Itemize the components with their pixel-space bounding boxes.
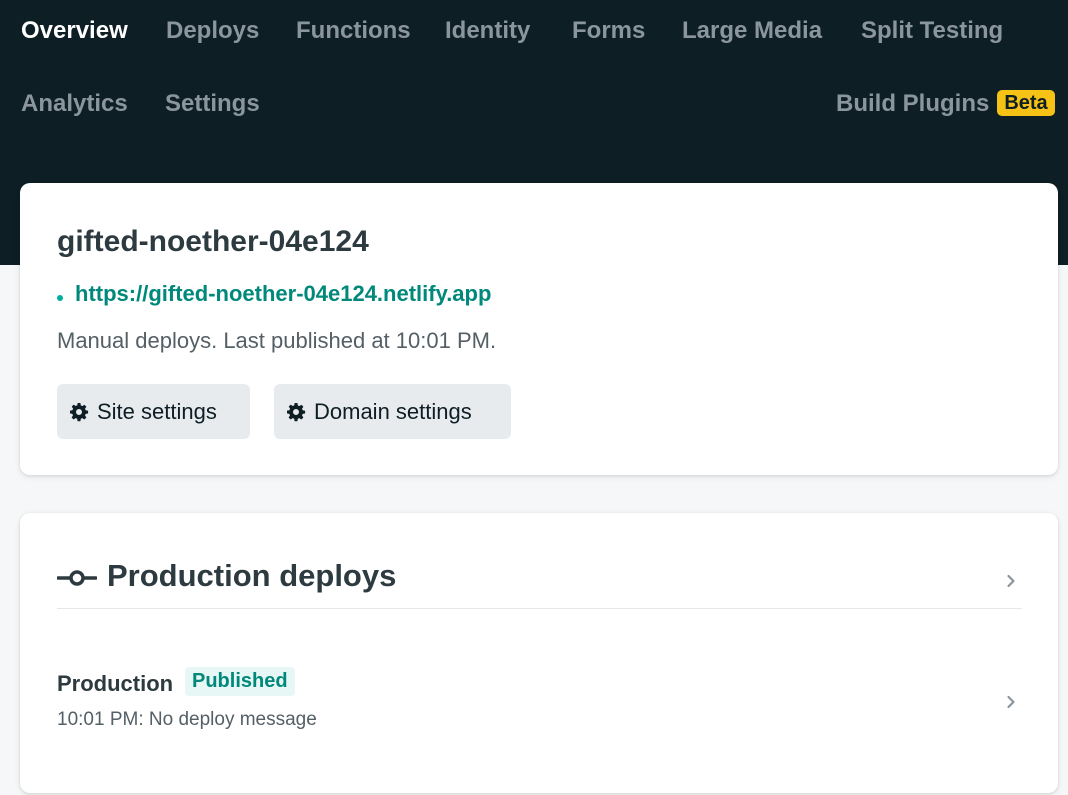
site-url-link[interactable]: https://gifted-noether-04e124.netlify.ap… (75, 281, 491, 307)
published-badge: Published (185, 667, 295, 696)
tab-analytics[interactable]: Analytics (21, 90, 128, 118)
tab-build-plugins[interactable]: Build Plugins Beta (836, 90, 1055, 118)
domain-settings-label: Domain settings (314, 398, 472, 424)
production-deploy-row[interactable]: Production Published 10:01 PM: No deploy… (57, 663, 1022, 743)
site-name: gifted-noether-04e124 (57, 225, 369, 258)
site-overview-card: gifted-noether-04e124 https://gifted-noe… (20, 183, 1058, 475)
chevron-right-icon (1007, 574, 1015, 588)
site-settings-button[interactable]: Site settings (57, 384, 250, 439)
build-plugins-label: Build Plugins (836, 90, 990, 117)
beta-badge: Beta (997, 90, 1055, 116)
gear-icon (286, 402, 306, 422)
tab-overview[interactable]: Overview (21, 17, 128, 45)
deploy-context-label: Production (57, 671, 174, 696)
chevron-right-icon (1007, 695, 1015, 709)
tab-large-media[interactable]: Large Media (682, 17, 822, 45)
tab-deploys[interactable]: Deploys (166, 17, 259, 45)
site-settings-label: Site settings (97, 398, 217, 424)
site-deploy-description: Manual deploys. Last published at 10:01 … (57, 328, 497, 353)
production-deploys-card: Production deploys Production Published … (20, 513, 1058, 793)
site-nav: Overview Deploys Functions Identity Form… (0, 0, 1068, 140)
tab-split-testing[interactable]: Split Testing (861, 17, 1003, 45)
deploy-meta: 10:01 PM: No deploy message (57, 709, 317, 730)
site-url-row: https://gifted-noether-04e124.netlify.ap… (57, 281, 491, 307)
gear-icon (69, 402, 89, 422)
status-dot (57, 295, 63, 301)
domain-settings-button[interactable]: Domain settings (274, 384, 511, 439)
commit-icon (57, 570, 97, 586)
production-deploys-title: Production deploys (107, 558, 397, 593)
tab-forms[interactable]: Forms (572, 17, 645, 45)
tab-settings[interactable]: Settings (165, 90, 260, 118)
tab-functions[interactable]: Functions (296, 17, 411, 45)
production-deploys-header[interactable]: Production deploys (57, 558, 1022, 609)
tab-identity[interactable]: Identity (445, 17, 530, 45)
